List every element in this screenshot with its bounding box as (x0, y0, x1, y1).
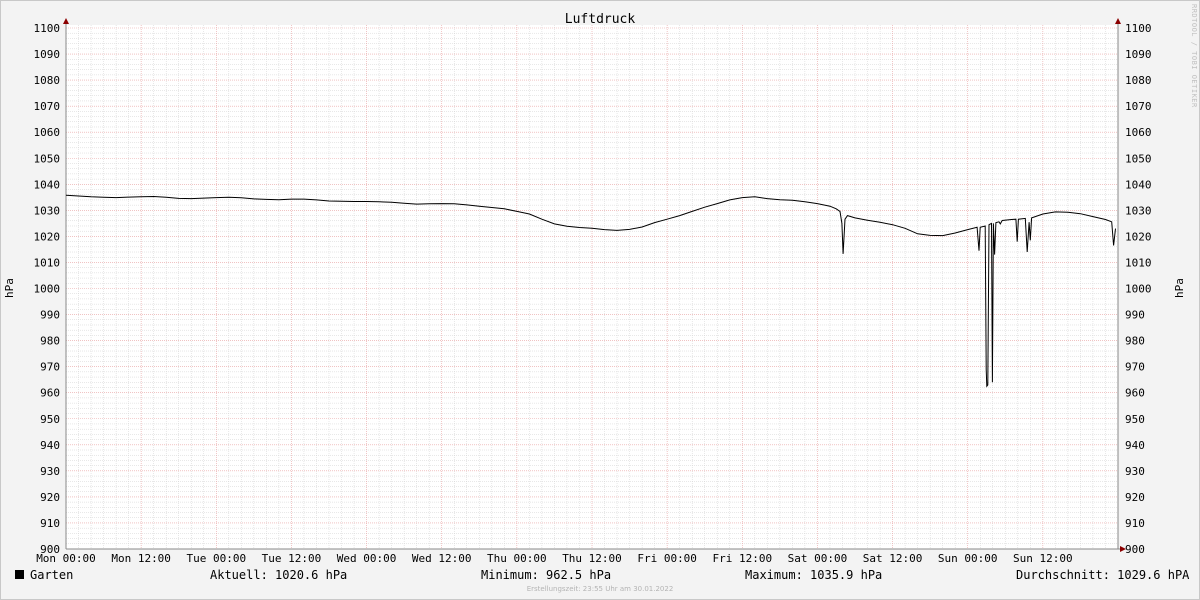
y-tick-label-right: 960 (1125, 387, 1145, 400)
y-tick-label-right: 1080 (1125, 74, 1152, 87)
y-ticks-left: 9009109209309409509609709809901000101010… (34, 22, 61, 556)
y-tick-label-right: 1030 (1125, 204, 1152, 217)
y-tick-label: 1020 (34, 230, 61, 243)
legend-swatch (15, 570, 24, 579)
stat-minimum: Minimum: 962.5 hPa (481, 568, 612, 582)
stat-average: Durchschnitt: 1029.6 hPA (1016, 568, 1190, 582)
x-tick-label: Fri 00:00 (637, 552, 697, 565)
y-axis-label-left: hPa (3, 278, 16, 298)
y-tick-label-right: 940 (1125, 439, 1145, 452)
y-tick-label: 970 (40, 361, 60, 374)
x-ticks: Mon 00:00 Mon 12:00 Tue 00:00 Tue 12:00 Wed … (36, 552, 1072, 565)
y-tick-label-right: 1070 (1125, 100, 1152, 113)
y-tick-label-right: 900 (1125, 543, 1145, 556)
x-tick-label: Sun 12:00 (1013, 552, 1073, 565)
y-tick-label-right: 1090 (1125, 48, 1152, 61)
y-tick-label: 1080 (34, 74, 61, 87)
y-tick-label: 1030 (34, 204, 61, 217)
x-tick-label: Sat 00:00 (788, 552, 848, 565)
x-tick-label: Sun 00:00 (938, 552, 998, 565)
chart-title: Luftdruck (565, 12, 636, 27)
y-tick-label: 1010 (34, 256, 61, 269)
y-tick-label-right: 1010 (1125, 256, 1152, 269)
y-tick-label: 1060 (34, 126, 61, 139)
y-tick-label-right: 1060 (1125, 126, 1152, 139)
y-tick-label-right: 950 (1125, 413, 1145, 426)
y-ticks-right: 900 910 920 930 940 950 960 970 980 990 1000 1010 10… (1125, 22, 1152, 556)
y-tick-label: 920 (40, 491, 60, 504)
y-tick-label: 1070 (34, 100, 61, 113)
x-tick-label: Wed 12:00 (412, 552, 472, 565)
x-tick-label: Wed 00:00 (337, 552, 397, 565)
y-tick-label: 960 (40, 387, 60, 400)
legend-label-garten: Garten (30, 568, 74, 582)
y-tick-label-right: 990 (1125, 309, 1145, 322)
y-tick-label-right: 920 (1125, 491, 1145, 504)
y-tick-label-right: 980 (1125, 335, 1145, 348)
rrdtool-watermark: RRDTOOL / TOBI OETIKER (1190, 4, 1198, 108)
x-tick-label: Fri 12:00 (712, 552, 772, 565)
y-tick-label-right: 1100 (1125, 22, 1152, 35)
stat-current: Aktuell: 1020.6 hPa (210, 568, 348, 582)
y-tick-label-right: 910 (1125, 517, 1145, 530)
y-axis-arrow-left (63, 18, 69, 24)
y-tick-label-right: 1000 (1125, 283, 1152, 296)
y-tick-label: 910 (40, 517, 60, 530)
y-tick-label: 1090 (34, 48, 61, 61)
y-tick-label: 1040 (34, 178, 61, 191)
x-tick-label: Tue 00:00 (186, 552, 246, 565)
y-tick-label-right: 970 (1125, 361, 1145, 374)
footer-timestamp: Erstellungszeit: 23:55 Uhr am 30.01.2022 (526, 585, 674, 593)
x-tick-label: Sat 12:00 (863, 552, 923, 565)
x-tick-label: Mon 00:00 (36, 552, 96, 565)
x-tick-label: Mon 12:00 (111, 552, 171, 565)
y-tick-label-right: 1040 (1125, 178, 1152, 191)
y-tick-label: 990 (40, 309, 60, 322)
y-tick-label: 950 (40, 413, 60, 426)
y-axis-arrow-right (1115, 18, 1121, 24)
stat-maximum: Maximum: 1035.9 hPa (745, 568, 883, 582)
legend-bar: Garten Aktuell: 1020.6 hPa Minimum: 962.… (0, 566, 1200, 584)
y-tick-label: 1000 (34, 283, 61, 296)
y-axis-label-right: hPa (1173, 278, 1186, 298)
y-tick-label: 1050 (34, 152, 61, 165)
y-tick-label: 930 (40, 465, 60, 478)
y-tick-label: 1100 (34, 22, 61, 35)
y-tick-label: 980 (40, 335, 60, 348)
y-tick-label-right: 1050 (1125, 152, 1152, 165)
x-tick-label: Thu 00:00 (487, 552, 547, 565)
y-tick-label-right: 1020 (1125, 230, 1152, 243)
x-tick-label: Tue 12:00 (262, 552, 322, 565)
y-tick-label-right: 930 (1125, 465, 1145, 478)
pressure-chart: 900 910 920 930 940 950 960 970 980 990 1000 1010 10… (3, 12, 1186, 565)
y-tick-label: 940 (40, 439, 60, 452)
x-tick-label: Thu 12:00 (562, 552, 622, 565)
